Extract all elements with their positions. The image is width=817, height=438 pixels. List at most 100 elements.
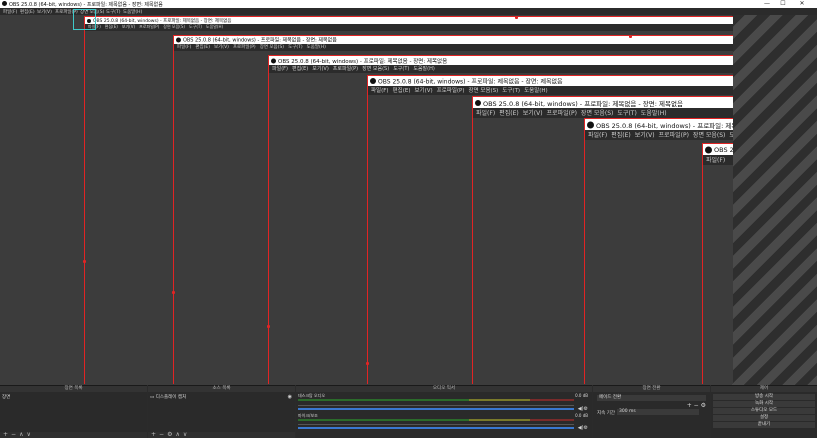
speaker-icon[interactable]: ◀)⚙ bbox=[578, 425, 588, 431]
transition-select[interactable]: 페이드 전환 bbox=[597, 395, 706, 401]
nested-menu-item: 프로파일(P) bbox=[658, 132, 689, 139]
nested-menu-item: 장면 모음(S) bbox=[259, 45, 285, 50]
nested-menu-item: 보기(V) bbox=[634, 132, 655, 139]
nested-titlebar: OBS 25 bbox=[703, 143, 733, 155]
nested-menu: 파일(F)편집(E)보기(V)프로파일(P)장면 모음(S)도구(T)도움말(H… bbox=[585, 130, 733, 140]
volume-slider[interactable] bbox=[298, 408, 574, 410]
nested-menu-item: 파일(F) bbox=[706, 157, 726, 164]
nested-menu-item: 도구(T) bbox=[617, 110, 637, 117]
nested-titlebar: OBS 25.0.8 (64-bit, windows) - 프로파일: 제목없… bbox=[85, 16, 733, 24]
obs-logo-icon bbox=[587, 121, 594, 128]
transform-handle[interactable] bbox=[515, 16, 518, 19]
nested-menu-item: 도움말(H) bbox=[413, 66, 435, 72]
nested-menu: 파일(F)편집(E)보기(V)프로파일(P)장면 모음(S)도구(T)도움말(H… bbox=[174, 44, 733, 51]
nested-menu-item: 편집(E) bbox=[392, 88, 411, 94]
nested-menu-item: 도구(T) bbox=[502, 88, 521, 94]
nested-menu-item: 편집(E) bbox=[291, 66, 309, 72]
source-item-label: 디스플레이 캡처 bbox=[155, 395, 187, 400]
nested-menu-item: 보기(V) bbox=[312, 66, 329, 72]
nested-title: OBS 25.0.8 (64-bit, windows) - 프로파일: 제목없… bbox=[596, 121, 733, 130]
nested-menu: 파일(F) bbox=[703, 155, 733, 165]
start-recording-button[interactable]: 녹화 시작 bbox=[713, 401, 815, 407]
visibility-eye-icon[interactable]: ◉ bbox=[288, 394, 292, 400]
duration-field[interactable]: 300 ms bbox=[617, 409, 699, 415]
nested-menu-item: 파일(F) bbox=[272, 66, 288, 72]
nested-menu-item: 파일(F) bbox=[476, 110, 496, 117]
sources-dock: 소스 목록 ▭ 디스플레이 캡처 ◉ + − ⚙ ∧ ∨ bbox=[148, 385, 295, 438]
maximize-button[interactable]: ☐ bbox=[776, 0, 790, 8]
transform-handle[interactable] bbox=[366, 362, 369, 365]
nested-menu-item: 보기(V) bbox=[121, 24, 136, 29]
source-selection-box[interactable] bbox=[73, 9, 96, 30]
close-button[interactable]: ✕ bbox=[795, 0, 809, 8]
audio-meter bbox=[298, 399, 574, 401]
monitor-icon: ▭ bbox=[150, 395, 155, 400]
nested-menu-item: 보기(V) bbox=[522, 110, 543, 117]
nested-titlebar: OBS 25.0.8 (64-bit, windows) - 프로파일: 제목없… bbox=[174, 35, 733, 44]
transitions-dock: 장면 전환 페이드 전환 + − ⚙ 지속 기간 300 ms bbox=[593, 385, 710, 438]
scene-item[interactable]: 장면 bbox=[2, 394, 10, 400]
nested-titlebar: OBS 25.0.8 (64-bit, windows) - 프로파일: 제목없… bbox=[269, 55, 733, 65]
nested-menu-item: 도구(T) bbox=[393, 66, 410, 72]
preview-outside-area bbox=[732, 15, 817, 385]
obs-logo-icon bbox=[271, 58, 276, 63]
obs-logo-icon bbox=[370, 78, 376, 84]
nested-menu-item: 도움말(H) bbox=[640, 110, 667, 117]
speaker-icon[interactable]: ◀)⚙ bbox=[578, 406, 588, 412]
nested-menu-item: 편집(E) bbox=[104, 24, 118, 29]
nested-menu-item: 도구(T) bbox=[729, 132, 733, 139]
nested-titlebar: OBS 25.0.8 (64-bit, windows) - 프로파일: 제목없… bbox=[473, 96, 733, 108]
nested-menu-item: 파일(F) bbox=[371, 88, 389, 94]
audio-mixer-dock: 오디오 믹서 데스크탑 오디오 0.0 dB ◀)⚙ 마이크/보조 0.0 dB… bbox=[296, 385, 592, 438]
audio-meter bbox=[298, 419, 574, 421]
volume-slider[interactable] bbox=[298, 427, 574, 429]
minimize-button[interactable]: — bbox=[760, 0, 774, 8]
nested-title: OBS 25.0.8 (64-bit, windows) - 프로파일: 제목없… bbox=[183, 37, 337, 44]
nested-menu: 파일(F)편집(E)보기(V)프로파일(P)장면 모음(S)도구(T)도움말(H… bbox=[85, 24, 733, 31]
nested-menu-item: 보기(V) bbox=[414, 88, 433, 94]
obs-logo-icon bbox=[2, 1, 7, 6]
controls-dock-title: 제어 bbox=[711, 386, 817, 392]
nested-menu-item: 파일(F) bbox=[588, 132, 608, 139]
transform-handle[interactable] bbox=[83, 260, 86, 263]
transform-handle[interactable] bbox=[629, 35, 632, 38]
start-streaming-button[interactable]: 방송 시작 bbox=[713, 394, 815, 400]
nested-menu: 파일(F)편집(E)보기(V)프로파일(P)장면 모음(S)도구(T)도움말(H… bbox=[269, 65, 733, 73]
studio-mode-button[interactable]: 스튜디오 모드 bbox=[713, 408, 815, 414]
nested-menu-item: 프로파일(P) bbox=[546, 110, 577, 117]
nested-menu-item: 프로파일(P) bbox=[332, 66, 359, 72]
mixer-channel-db: 0.0 dB bbox=[575, 413, 588, 418]
transform-handle[interactable] bbox=[172, 291, 175, 294]
nested-menu-item: 프로파일(P) bbox=[436, 88, 465, 94]
nested-title: OBS 25.0.8 (64-bit, windows) - 프로파일: 제목없… bbox=[378, 78, 563, 86]
settings-button[interactable]: 설정 bbox=[713, 415, 815, 421]
nested-menu-item: 편집(E) bbox=[195, 45, 211, 50]
nested-capture-7: OBS 25 파일(F) bbox=[702, 143, 733, 384]
nested-menu-item: 장면 모음(S) bbox=[362, 66, 390, 72]
nested-menu-item: 장면 모음(S) bbox=[692, 132, 726, 139]
nested-menu: 파일(F)편집(E)보기(V)프로파일(P)장면 모음(S)도구(T)도움말(H… bbox=[473, 108, 733, 118]
menu-bar: 파일(F) 편집(E) 보기(V) 프로파일(P) 장면 모음(S) 도구(T)… bbox=[0, 8, 817, 15]
controls-dock: 제어 방송 시작 녹화 시작 스튜디오 모드 설정 끝내기 bbox=[711, 385, 817, 438]
nested-title: OBS 25.0.8 (64-bit, windows) - 프로파일: 제목없… bbox=[278, 58, 448, 65]
window-titlebar[interactable]: OBS 25.0.8 (64-bit, windows) - 프로파일: 제목없… bbox=[0, 0, 817, 8]
nested-menu-item: 보기(V) bbox=[214, 45, 229, 50]
nested-menu-item: 장면 모음(S) bbox=[580, 110, 614, 117]
nested-title: OBS 25 bbox=[714, 145, 733, 154]
scenes-dock: 장면 목록 장면 + − ∧ ∨ bbox=[0, 385, 147, 438]
nested-title: OBS 25.0.8 (64-bit, windows) - 프로파일: 제목없… bbox=[93, 18, 232, 24]
nested-menu-item: 도구(T) bbox=[288, 45, 303, 50]
nested-titlebar: OBS 25.0.8 (64-bit, windows) - 프로파일: 제목없… bbox=[585, 118, 733, 130]
nested-menu-item: 도움말(H) bbox=[524, 88, 548, 94]
nested-menu-item: 편집(E) bbox=[611, 132, 631, 139]
nested-menu-item: 프로파일(P) bbox=[139, 24, 160, 29]
source-item[interactable]: ▭ 디스플레이 캡처 bbox=[150, 394, 186, 400]
nested-menu-item: 파일(F) bbox=[177, 45, 192, 50]
transform-handle[interactable] bbox=[267, 325, 270, 328]
obs-logo-icon bbox=[705, 146, 712, 153]
meter-scale bbox=[298, 405, 574, 406]
window-title: OBS 25.0.8 (64-bit, windows) - 프로파일: 제목없… bbox=[9, 2, 163, 8]
transition-buttons[interactable]: + − ⚙ bbox=[687, 402, 706, 409]
exit-button[interactable]: 끝내기 bbox=[713, 422, 815, 428]
nested-title: OBS 25.0.8 (64-bit, windows) - 프로파일: 제목없… bbox=[483, 99, 683, 108]
